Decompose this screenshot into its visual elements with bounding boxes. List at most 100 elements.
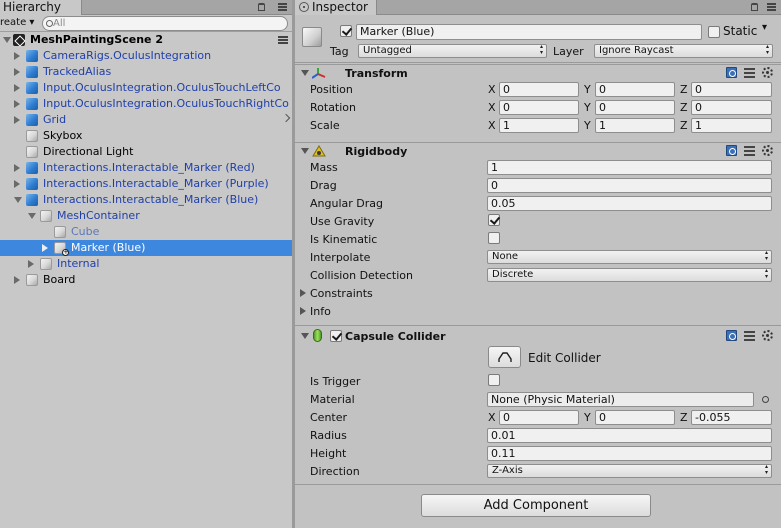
position-x-axis-label: X <box>488 83 496 96</box>
hierarchy-item[interactable]: Interactions.Interactable_Marker (Purple… <box>0 176 292 192</box>
preset-icon[interactable] <box>744 146 755 156</box>
height-field[interactable]: 0.11 <box>487 446 772 461</box>
hierarchy-item[interactable]: Input.OculusIntegration.OculusTouchLeftC… <box>0 80 292 96</box>
collapse-arrow-icon[interactable] <box>14 68 20 76</box>
gear-icon[interactable] <box>762 67 773 78</box>
panel-menu-icon[interactable] <box>767 3 776 11</box>
direction-dropdown[interactable]: Z-Axis <box>487 464 772 478</box>
transform-header[interactable]: Transform <box>295 64 781 81</box>
rotation-y-field[interactable]: 0 <box>595 100 675 115</box>
hierarchy-item[interactable]: Interactions.Interactable_Marker (Blue) <box>0 192 292 208</box>
prefab-icon <box>26 82 38 94</box>
tag-dropdown[interactable]: Untagged <box>358 44 547 58</box>
position-x-field[interactable]: 0 <box>499 82 579 97</box>
divider <box>295 484 781 485</box>
hierarchy-tab[interactable]: Hierarchy <box>0 0 82 15</box>
collapse-arrow-icon[interactable] <box>14 84 20 92</box>
edit-collider-button[interactable] <box>488 346 521 368</box>
help-book-icon[interactable] <box>726 67 737 78</box>
edit-collider-label: Edit Collider <box>528 351 601 365</box>
collapse-arrow-icon[interactable] <box>14 276 20 284</box>
mass-field[interactable]: 1 <box>487 160 772 175</box>
layer-dropdown[interactable]: Ignore Raycast <box>594 44 773 58</box>
collapse-arrow-icon[interactable] <box>14 100 20 108</box>
scene-root-row[interactable]: MeshPaintingScene 2 <box>0 32 292 48</box>
scale-x-field[interactable]: 1 <box>499 118 579 133</box>
is-kinematic-checkbox[interactable] <box>488 232 500 244</box>
rotation-x-field[interactable]: 0 <box>499 100 579 115</box>
panel-menu-icon[interactable] <box>278 3 287 11</box>
add-component-button[interactable]: Add Component <box>421 494 651 517</box>
expand-arrow-icon[interactable] <box>3 37 11 43</box>
preset-icon[interactable] <box>744 68 755 78</box>
fold-arrow-icon[interactable] <box>301 70 309 76</box>
gear-icon[interactable] <box>762 330 773 341</box>
collision-detection-dropdown[interactable]: Discrete <box>487 268 772 282</box>
collapse-arrow-icon[interactable] <box>14 164 20 172</box>
collision-detection-label: Collision Detection <box>310 269 414 282</box>
hierarchy-item-label: Cube <box>71 225 100 238</box>
collapse-arrow-icon[interactable] <box>28 260 34 268</box>
gameobject-added-icon: + <box>54 242 69 256</box>
fold-arrow-icon[interactable] <box>300 307 306 315</box>
capsule-enabled-checkbox[interactable] <box>330 330 342 342</box>
collapse-arrow-icon[interactable] <box>14 116 20 124</box>
angular-drag-field[interactable]: 0.05 <box>487 196 772 211</box>
hierarchy-item[interactable]: Board <box>0 272 292 288</box>
hierarchy-item[interactable]: Internal <box>0 256 292 272</box>
hierarchy-item[interactable]: + Marker (Blue) <box>0 240 292 256</box>
center-z-field[interactable]: -0.055 <box>691 410 772 425</box>
fold-arrow-icon[interactable] <box>300 289 306 297</box>
interpolate-dropdown[interactable]: None <box>487 250 772 264</box>
fold-arrow-icon[interactable] <box>301 333 309 339</box>
inspector-tab[interactable]: Inspector <box>295 0 377 15</box>
hierarchy-search-input[interactable]: All <box>42 16 288 31</box>
help-book-icon[interactable] <box>726 330 737 341</box>
help-book-icon[interactable] <box>726 145 737 156</box>
hierarchy-item[interactable]: Cube <box>0 224 292 240</box>
hierarchy-item[interactable]: CameraRigs.OculusIntegration <box>0 48 292 64</box>
gear-icon[interactable] <box>762 145 773 156</box>
static-checkbox[interactable] <box>708 26 720 38</box>
scale-z-field[interactable]: 1 <box>691 118 772 133</box>
object-picker-icon[interactable] <box>762 396 769 403</box>
static-dropdown-arrow[interactable]: ▾ <box>762 22 767 33</box>
capsule-collider-header[interactable]: Capsule Collider <box>295 325 781 345</box>
position-z-field[interactable]: 0 <box>691 82 772 97</box>
hierarchy-item[interactable]: Input.OculusIntegration.OculusTouchRight… <box>0 96 292 112</box>
active-checkbox[interactable] <box>340 25 352 37</box>
fold-arrow-icon[interactable] <box>301 148 309 154</box>
scene-menu-icon[interactable] <box>278 36 288 44</box>
material-field[interactable]: None (Physic Material) <box>487 392 754 407</box>
prefab-icon <box>26 50 38 62</box>
radius-field[interactable]: 0.01 <box>487 428 772 443</box>
hierarchy-item[interactable]: TrackedAlias <box>0 64 292 80</box>
create-dropdown[interactable]: reate ▾ <box>0 16 36 30</box>
prefab-icon <box>26 98 38 110</box>
collapse-arrow-icon[interactable] <box>42 244 48 252</box>
lock-icon[interactable] <box>258 3 265 11</box>
hierarchy-item-label: Interactions.Interactable_Marker (Purple… <box>43 177 269 190</box>
scale-y-field[interactable]: 1 <box>595 118 675 133</box>
hierarchy-item[interactable]: Skybox <box>0 128 292 144</box>
position-y-field[interactable]: 0 <box>595 82 675 97</box>
object-name-field[interactable]: Marker (Blue) <box>356 24 702 40</box>
collapse-arrow-icon[interactable] <box>14 180 20 188</box>
hierarchy-item[interactable]: MeshContainer <box>0 208 292 224</box>
is-trigger-checkbox[interactable] <box>488 374 500 386</box>
rotation-z-field[interactable]: 0 <box>691 100 772 115</box>
lock-icon[interactable] <box>751 3 758 11</box>
center-x-field[interactable]: 0 <box>499 410 579 425</box>
expand-arrow-icon[interactable] <box>28 213 36 219</box>
expand-arrow-icon[interactable] <box>14 197 22 203</box>
is-trigger-label: Is Trigger <box>310 375 361 388</box>
collapse-arrow-icon[interactable] <box>14 52 20 60</box>
use-gravity-checkbox[interactable] <box>488 214 500 226</box>
preset-icon[interactable] <box>744 331 755 341</box>
rigidbody-header[interactable]: Rigidbody <box>295 142 781 159</box>
center-y-field[interactable]: 0 <box>595 410 675 425</box>
hierarchy-item[interactable]: Directional Light <box>0 144 292 160</box>
hierarchy-item[interactable]: Interactions.Interactable_Marker (Red) <box>0 160 292 176</box>
hierarchy-item[interactable]: Grid <box>0 112 292 128</box>
drag-field[interactable]: 0 <box>487 178 772 193</box>
